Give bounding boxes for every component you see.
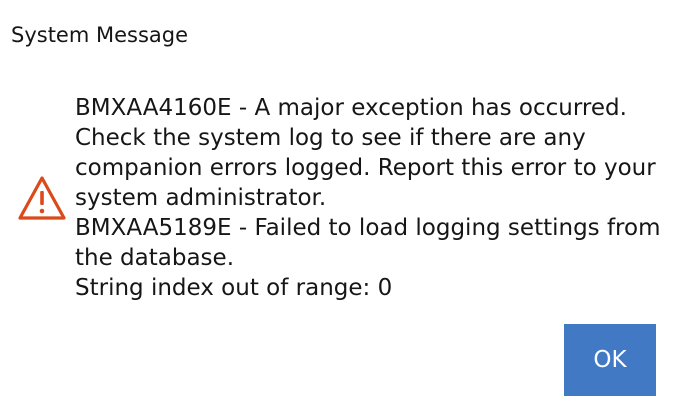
message-line: BMXAA4160E - A major exception has occur… xyxy=(75,95,627,121)
warning-triangle-icon xyxy=(18,176,66,220)
ok-button[interactable]: OK xyxy=(564,324,656,396)
message-line: the database. xyxy=(75,245,235,271)
message-line: system administrator. xyxy=(75,185,327,211)
message-line: BMXAA5189E - Failed to load logging sett… xyxy=(75,215,661,241)
system-message-dialog: System Message BMXAA4160E - A major exce… xyxy=(0,0,698,404)
error-message: BMXAA4160E - A major exception has occur… xyxy=(75,93,675,303)
message-line: companion errors logged. Report this err… xyxy=(75,155,656,181)
message-content: BMXAA4160E - A major exception has occur… xyxy=(16,93,682,303)
message-line: Check the system log to see if there are… xyxy=(75,125,586,151)
dialog-title: System Message xyxy=(11,23,189,47)
message-line: String index out of range: 0 xyxy=(75,275,393,301)
